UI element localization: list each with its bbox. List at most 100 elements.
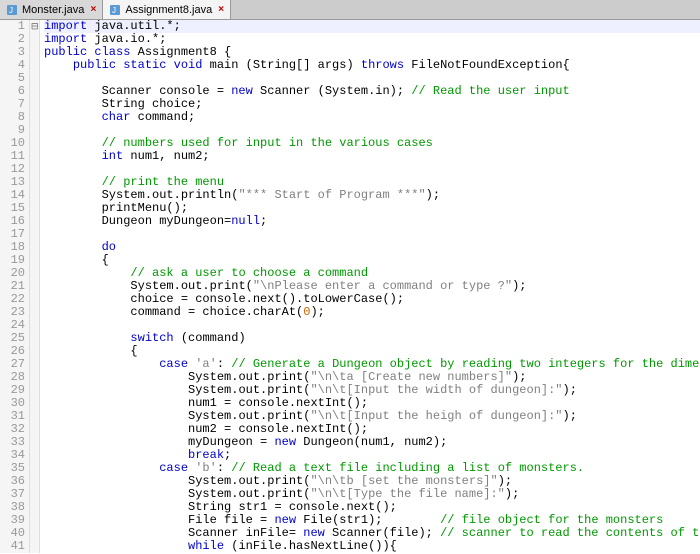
fold-cell — [30, 462, 39, 475]
token-kw: public class — [44, 45, 130, 59]
token-cm: // file object for the monsters — [440, 513, 663, 527]
fold-cell — [30, 436, 39, 449]
tab-assignment8[interactable]: J Assignment8.java × — [103, 0, 231, 19]
token-pl: String str1 = console.next(); — [188, 500, 397, 514]
fold-cell — [30, 449, 39, 462]
fold-cell — [30, 215, 39, 228]
token-kw: case — [159, 357, 188, 371]
fold-cell — [30, 228, 39, 241]
code-line[interactable]: public static void main (String[] args) … — [44, 59, 700, 72]
token-pl: File file = — [188, 513, 274, 527]
fold-cell — [30, 384, 39, 397]
close-icon[interactable]: × — [88, 5, 98, 15]
token-pl: ); — [563, 409, 577, 423]
token-pl: System.out.print( — [188, 474, 310, 488]
java-file-icon: J — [6, 4, 18, 16]
code-line[interactable]: Dungeon myDungeon=null; — [44, 215, 700, 228]
fold-cell — [30, 514, 39, 527]
token-pl: System.out.print( — [188, 487, 310, 501]
token-kw: while — [188, 539, 224, 553]
token-pl: Scanner console = — [102, 84, 232, 98]
token-pl: command = choice.charAt( — [130, 305, 303, 319]
code-line[interactable]: int num1, num2; — [44, 150, 700, 163]
token-cm: // Generate a Dungeon object by reading … — [231, 357, 700, 371]
svg-text:J: J — [9, 6, 13, 15]
tab-label: Monster.java — [22, 4, 84, 16]
token-st: "\n\t[Type the file name]:" — [310, 487, 504, 501]
token-pl: ); — [512, 370, 526, 384]
fold-cell — [30, 371, 39, 384]
token-pl: Assignment8 { — [130, 45, 231, 59]
token-cm: // numbers used for input in the various… — [102, 136, 433, 150]
fold-cell: ⊟ — [30, 254, 39, 267]
token-cm: // print the menu — [102, 175, 224, 189]
token-pl: ); — [512, 279, 526, 293]
code-line[interactable]: char command; — [44, 111, 700, 124]
java-file-icon: J — [109, 4, 121, 16]
close-icon[interactable]: × — [216, 5, 226, 15]
token-pl: String choice; — [102, 97, 203, 111]
fold-cell — [30, 137, 39, 150]
fold-cell — [30, 85, 39, 98]
token-kw: public static void — [73, 58, 203, 72]
code-area[interactable]: import java.util.*;import java.io.*;publ… — [40, 20, 700, 553]
token-st: "\n\t[Input the heigh of dungeon]:" — [310, 409, 562, 423]
code-editor[interactable]: 1234567891011121314151617181920212223242… — [0, 20, 700, 553]
fold-cell — [30, 189, 39, 202]
token-pl: Scanner(file); — [325, 526, 440, 540]
code-line[interactable] — [44, 228, 700, 241]
token-pl: System.out.print( — [130, 279, 252, 293]
token-pl: command; — [130, 110, 195, 124]
fold-cell — [30, 293, 39, 306]
fold-cell — [30, 98, 39, 111]
token-pl: ; — [260, 214, 267, 228]
token-pl: : — [217, 461, 231, 475]
line-number: 41 — [0, 540, 25, 553]
token-kw: case — [159, 461, 188, 475]
token-cm: // ask a user to choose a command — [130, 266, 368, 280]
token-cm: // scanner to read the contents of text … — [440, 526, 700, 540]
fold-cell — [30, 150, 39, 163]
code-line[interactable]: command = choice.charAt(0); — [44, 306, 700, 319]
fold-cell — [30, 33, 39, 46]
token-kw: break — [188, 448, 224, 462]
token-pl: myDungeon = — [188, 435, 274, 449]
token-kw: int — [102, 149, 124, 163]
token-kw: switch — [130, 331, 173, 345]
token-kw: new — [303, 526, 325, 540]
code-line[interactable]: do — [44, 241, 700, 254]
token-pl: Scanner (System.in); — [253, 84, 411, 98]
token-pl: System.out.print( — [188, 370, 310, 384]
token-kw: throws — [361, 58, 404, 72]
token-pl: ); — [426, 188, 440, 202]
token-pl: File(str1); — [296, 513, 440, 527]
token-pl: (command) — [174, 331, 246, 345]
token-pl: System.out.print( — [188, 383, 310, 397]
token-pl: java.io.*; — [87, 32, 166, 46]
token-pl: FileNotFoundException{ — [404, 58, 570, 72]
token-st: 'a' — [195, 357, 217, 371]
token-kw: new — [274, 435, 296, 449]
token-pl: System.out.println( — [102, 188, 239, 202]
fold-cell — [30, 72, 39, 85]
token-pl: ); — [498, 474, 512, 488]
token-pl: ; — [224, 448, 231, 462]
token-cm: // Read the user input — [411, 84, 569, 98]
tab-monster[interactable]: J Monster.java × — [0, 0, 103, 19]
token-kw: new — [274, 513, 296, 527]
token-pl: num1 = console.nextInt(); — [188, 396, 368, 410]
token-pl: ); — [505, 487, 519, 501]
token-pl: { — [130, 344, 137, 358]
code-line[interactable]: while (inFile.hasNextLine()){ — [44, 540, 700, 553]
fold-cell — [30, 306, 39, 319]
fold-cell — [30, 540, 39, 553]
fold-cell — [30, 488, 39, 501]
code-line[interactable]: switch (command) — [44, 332, 700, 345]
token-pl: System.out.print( — [188, 409, 310, 423]
fold-cell — [30, 280, 39, 293]
fold-cell — [30, 111, 39, 124]
fold-cell: ⊟ — [30, 46, 39, 59]
fold-toggle-icon[interactable]: ⊟ — [31, 20, 39, 33]
fold-cell — [30, 345, 39, 358]
token-kw: new — [231, 84, 253, 98]
